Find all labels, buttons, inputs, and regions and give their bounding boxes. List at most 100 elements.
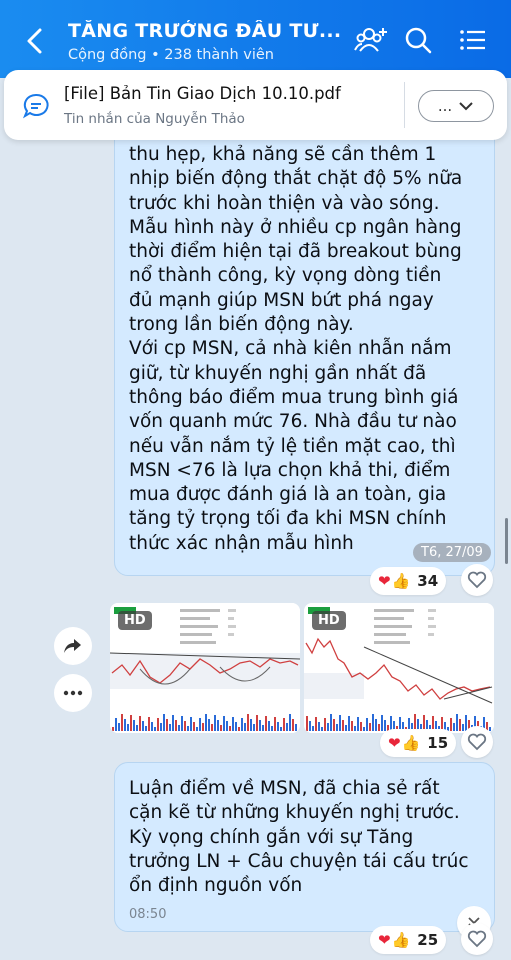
share-button[interactable] — [54, 627, 92, 665]
volume-bar — [453, 723, 455, 731]
volume-bar — [130, 715, 132, 731]
volume-bar — [456, 714, 458, 731]
volume-bar — [327, 723, 329, 731]
heart-reaction-icon: ❤ — [378, 931, 391, 949]
reaction-summary[interactable]: ❤ 👍 25 — [370, 926, 447, 954]
search-icon[interactable] — [401, 24, 435, 56]
volume-bar — [360, 722, 362, 731]
volume-bar — [214, 715, 216, 731]
message-line: nếu vẫn nắm tỷ lệ tiền mặt cao, thì — [129, 435, 456, 457]
volume-bar — [244, 723, 246, 731]
volume-bar — [339, 715, 341, 731]
group-subtitle[interactable]: Cộng đồng • 238 thành viên — [68, 47, 274, 63]
react-heart-button[interactable] — [461, 564, 493, 596]
volume-bar — [241, 718, 243, 731]
volume-bar — [169, 724, 171, 731]
reaction-count: 25 — [417, 931, 439, 949]
scrollbar-thumb[interactable] — [505, 518, 508, 564]
volume-bar — [127, 724, 129, 731]
volume-bar — [226, 721, 228, 731]
volume-bar — [178, 725, 180, 731]
volume-bar — [348, 716, 350, 731]
more-label: ... — [437, 97, 453, 115]
pinned-more-button[interactable]: ... — [418, 90, 494, 122]
volume-bar — [202, 723, 204, 731]
volume-bar — [172, 715, 174, 731]
volume-bar — [223, 716, 225, 731]
volume-bar — [208, 719, 210, 731]
chart-image[interactable]: HD — [110, 603, 300, 733]
message-line: MSN <76 là lựa chọn khả thi, điểm — [129, 459, 451, 481]
volume-bar — [232, 717, 234, 731]
volume-bar — [238, 727, 240, 731]
heart-reaction-icon: ❤ — [378, 572, 391, 590]
message-line: nhịp biến động thắt chặt độ 5% nữa — [129, 168, 463, 190]
volume-bar — [372, 714, 374, 731]
menu-list-icon[interactable] — [456, 24, 490, 56]
message-line: mua được đánh giá là an toàn, gia — [129, 484, 447, 506]
more-options-button[interactable] — [54, 674, 92, 712]
hd-badge: HD — [312, 611, 346, 630]
reaction-summary[interactable]: ❤ 👍 15 — [380, 729, 457, 757]
message-time: 08:50 — [129, 907, 167, 922]
volume-bar — [121, 714, 123, 731]
message-bubble-icon — [22, 93, 49, 119]
pinned-message-bar[interactable]: [File] Bản Tin Giao Dịch 10.10.pdf Tin n… — [4, 70, 507, 140]
back-arrow-icon[interactable] — [22, 26, 48, 56]
chevron-down-icon — [459, 102, 473, 111]
volume-bar — [145, 726, 147, 731]
volume-bar — [115, 718, 117, 731]
message-line: cặn kẽ từ những khuyến nghị trước. — [129, 802, 460, 824]
volume-bar — [253, 724, 255, 731]
volume-bar — [378, 724, 380, 731]
chat-header: TĂNG TRƯỞNG ĐẦU TƯ... Cộng đồng • 238 th… — [0, 0, 511, 78]
like-reaction-icon: 👍 — [391, 572, 411, 590]
volume-bar — [324, 718, 326, 731]
volume-bar — [187, 726, 189, 731]
volume-bar — [211, 724, 213, 731]
message-line: trưởng LN + Câu chuyện tái cấu trúc — [129, 850, 469, 872]
message-line: giữ, từ khuyến nghị gần nhất đã — [129, 362, 427, 384]
volume-bar — [142, 721, 144, 731]
reaction-summary[interactable]: ❤ 👍 34 — [370, 567, 447, 595]
volume-bar — [193, 722, 195, 731]
message-bubble[interactable]: thu hẹp, khả năng sẽ cần thêm 1 nhịp biến… — [114, 128, 495, 576]
volume-bar — [315, 717, 317, 731]
volume-bar — [124, 719, 126, 731]
volume-bar — [462, 724, 464, 731]
volume-bar — [336, 724, 338, 731]
volume-bar — [262, 725, 264, 731]
volume-bar — [217, 720, 219, 731]
volume-bar — [369, 723, 371, 731]
react-heart-button[interactable] — [461, 726, 493, 758]
volume-bar — [271, 726, 273, 731]
volume-bar — [450, 718, 452, 731]
message-bubble[interactable]: Luận điểm về MSN, đã chia sẻ rất cặn kẽ t… — [114, 762, 495, 932]
volume-bar — [220, 725, 222, 731]
volume-bar — [265, 716, 267, 731]
add-member-icon[interactable] — [354, 24, 388, 56]
volume-bar — [309, 721, 311, 731]
volume-bar — [133, 720, 135, 731]
volume-bar — [190, 717, 192, 731]
chart-image[interactable]: HD — [304, 603, 494, 733]
volume-bar — [342, 720, 344, 731]
volume-bar — [384, 720, 386, 731]
message-line: Mẫu hình này ở nhiều cp ngân hàng — [129, 216, 462, 238]
volume-bar — [118, 723, 120, 731]
react-heart-button[interactable] — [461, 923, 493, 955]
volume-bar — [181, 716, 183, 731]
volume-bar — [345, 725, 347, 731]
volume-bar — [330, 714, 332, 731]
volume-bar — [489, 727, 491, 731]
like-reaction-icon: 👍 — [391, 931, 411, 949]
reaction-count: 15 — [427, 734, 449, 752]
volume-bar — [229, 726, 231, 731]
group-title[interactable]: TĂNG TRƯỞNG ĐẦU TƯ... — [68, 20, 348, 42]
volume-bar — [363, 727, 365, 731]
volume-bar — [321, 727, 323, 731]
volume-bar — [256, 715, 258, 731]
share-arrow-icon — [64, 639, 81, 653]
volume-bar — [151, 722, 153, 731]
volume-bar — [283, 718, 285, 731]
